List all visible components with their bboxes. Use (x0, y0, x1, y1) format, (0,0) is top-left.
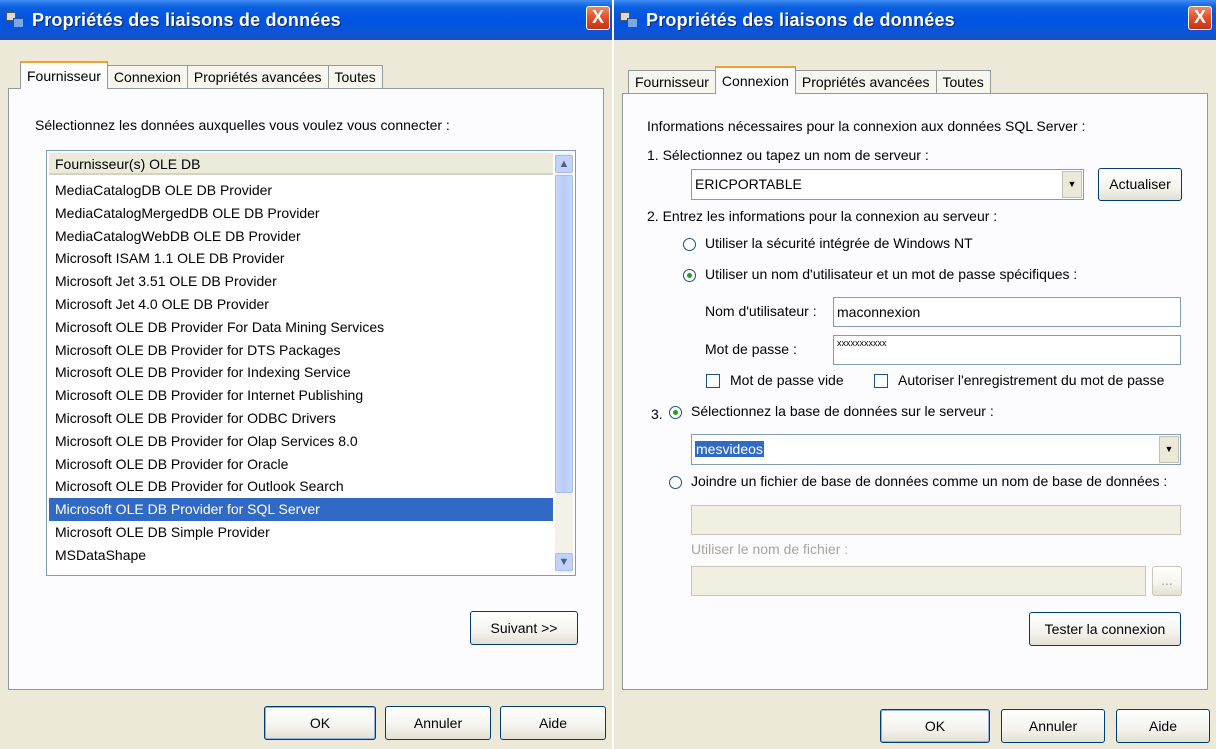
select-database-radio[interactable] (669, 406, 682, 419)
provider-list-item[interactable]: Microsoft OLE DB Provider for Oracle (49, 453, 553, 476)
close-button[interactable]: X (1188, 6, 1212, 30)
user-password-label: Utiliser un nom d'utilisateur et un mot … (705, 266, 1078, 282)
attach-file-label: Joindre un fichier de base de données co… (691, 473, 1168, 489)
database-combobox[interactable]: mesvideos ▼ (691, 434, 1181, 465)
provider-list-item[interactable]: Microsoft OLE DB Provider for Olap Servi… (49, 430, 553, 453)
chevron-down-icon[interactable]: ▼ (1062, 171, 1082, 198)
step1-label: 1. Sélectionnez ou tapez un nom de serve… (647, 147, 929, 163)
tab-connexion[interactable]: Connexion (714, 66, 796, 94)
provider-list-item[interactable]: Microsoft OLE DB Provider for SQL Server (49, 498, 553, 521)
attach-database-name-input[interactable] (691, 505, 1181, 535)
scroll-up-icon[interactable]: ▲ (555, 155, 573, 173)
scroll-down-icon[interactable]: ▼ (555, 553, 573, 571)
data-link-icon (620, 12, 638, 28)
provider-list-item[interactable]: Microsoft OLE DB Simple Provider (49, 521, 553, 544)
provider-list-item[interactable]: Microsoft OLE DB Provider for DTS Packag… (49, 339, 553, 362)
provider-list-item[interactable]: MSDataShape (49, 544, 553, 567)
server-name-value: ERICPORTABLE (695, 176, 802, 192)
refresh-button[interactable]: Actualiser (1098, 168, 1182, 201)
tab-strip: Fournisseur Connexion Propriétés avancée… (20, 61, 383, 89)
provider-list-item[interactable]: MediaCatalogMergedDB OLE DB Provider (49, 202, 553, 225)
tab-fournisseur[interactable]: Fournisseur (20, 61, 108, 89)
nt-security-label: Utiliser la sécurité intégrée de Windows… (705, 235, 973, 251)
save-password-label: Autoriser l'enregistrement du mot de pas… (898, 372, 1165, 388)
provider-list-item[interactable]: Microsoft Jet 4.0 OLE DB Provider (49, 293, 553, 316)
provider-list-item[interactable]: Microsoft OLE DB Provider for Indexing S… (49, 361, 553, 384)
chevron-down-icon[interactable]: ▼ (1159, 436, 1179, 463)
ok-button[interactable]: OK (264, 706, 376, 740)
provider-list-item[interactable]: Microsoft OLE DB Provider for Outlook Se… (49, 475, 553, 498)
dialog-title: Propriétés des liaisons de données (32, 9, 341, 30)
nt-security-radio[interactable] (683, 238, 696, 251)
next-button[interactable]: Suivant >> (470, 611, 578, 645)
provider-list-item[interactable]: Microsoft OLE DB Provider for Internet P… (49, 384, 553, 407)
blank-password-label: Mot de passe vide (730, 372, 844, 388)
help-button[interactable]: Aide (1116, 709, 1210, 743)
list-header[interactable]: Fournisseur(s) OLE DB (49, 153, 553, 175)
username-label: Nom d'utilisateur : (705, 303, 817, 319)
ok-button[interactable]: OK (880, 709, 990, 743)
scroll-thumb[interactable] (555, 175, 573, 493)
provider-list-item[interactable]: Microsoft ISAM 1.1 OLE DB Provider (49, 247, 553, 270)
filename-input[interactable] (691, 566, 1146, 596)
tab-proprietes-avancees[interactable]: Propriétés avancées (186, 65, 329, 89)
provider-list-item[interactable]: MediaCatalogWebDB OLE DB Provider (49, 225, 553, 248)
provider-list-item[interactable]: Microsoft Jet 3.51 OLE DB Provider (49, 270, 553, 293)
password-input[interactable]: xxxxxxxxxxx (833, 335, 1181, 365)
provider-list-item[interactable]: MediaCatalogDB OLE DB Provider (49, 179, 553, 202)
data-link-dialog-connection: Propriétés des liaisons de données X Fou… (614, 0, 1216, 749)
tab-fournisseur[interactable]: Fournisseur (628, 70, 716, 94)
attach-file-radio[interactable] (669, 476, 682, 489)
title-bar[interactable]: Propriétés des liaisons de données X (614, 0, 1216, 40)
close-button[interactable]: X (586, 6, 610, 30)
vertical-scrollbar[interactable]: ▲ ▼ (555, 153, 573, 573)
database-value: mesvideos (695, 441, 764, 457)
step2-label: 2. Entrez les informations pour la conne… (647, 208, 998, 224)
cancel-button[interactable]: Annuler (385, 706, 491, 740)
data-link-dialog-provider: Propriétés des liaisons de données X Fou… (0, 0, 612, 749)
username-input[interactable]: maconnexion (833, 297, 1181, 327)
cancel-button[interactable]: Annuler (1001, 709, 1105, 743)
dialog-title: Propriétés des liaisons de données (646, 9, 955, 30)
title-bar[interactable]: Propriétés des liaisons de données X (0, 0, 612, 40)
save-password-checkbox[interactable] (874, 374, 888, 388)
provider-listbox[interactable]: Fournisseur(s) OLE DB MediaCatalogDB OLE… (46, 150, 576, 576)
password-label: Mot de passe : (705, 341, 797, 357)
select-database-label: Sélectionnez la base de données sur le s… (691, 403, 994, 419)
test-connection-button[interactable]: Tester la connexion (1029, 612, 1181, 646)
server-name-combobox[interactable]: ERICPORTABLE ▼ (691, 169, 1084, 200)
tab-connexion[interactable]: Connexion (106, 65, 188, 89)
step3-prefix: 3. (651, 406, 663, 422)
tab-toutes[interactable]: Toutes (935, 70, 991, 94)
tab-toutes[interactable]: Toutes (327, 65, 383, 89)
user-password-radio[interactable] (683, 269, 696, 282)
help-button[interactable]: Aide (500, 706, 606, 740)
provider-list: MediaCatalogDB OLE DB Provider MediaCatal… (49, 179, 553, 567)
provider-instruction: Sélectionnez les données auxquelles vous… (35, 117, 450, 133)
provider-list-item[interactable]: Microsoft OLE DB Provider For Data Minin… (49, 316, 553, 339)
tab-strip: Fournisseur Connexion Propriétés avancée… (628, 66, 991, 94)
connection-intro: Informations nécessaires pour la connexi… (647, 118, 1086, 134)
filename-label: Utiliser le nom de fichier : (691, 541, 849, 557)
tab-proprietes-avancees[interactable]: Propriétés avancées (794, 70, 937, 94)
blank-password-checkbox[interactable] (706, 374, 720, 388)
provider-list-item[interactable]: Microsoft OLE DB Provider for ODBC Drive… (49, 407, 553, 430)
data-link-icon (6, 12, 24, 28)
browse-button[interactable]: ... (1152, 566, 1182, 596)
